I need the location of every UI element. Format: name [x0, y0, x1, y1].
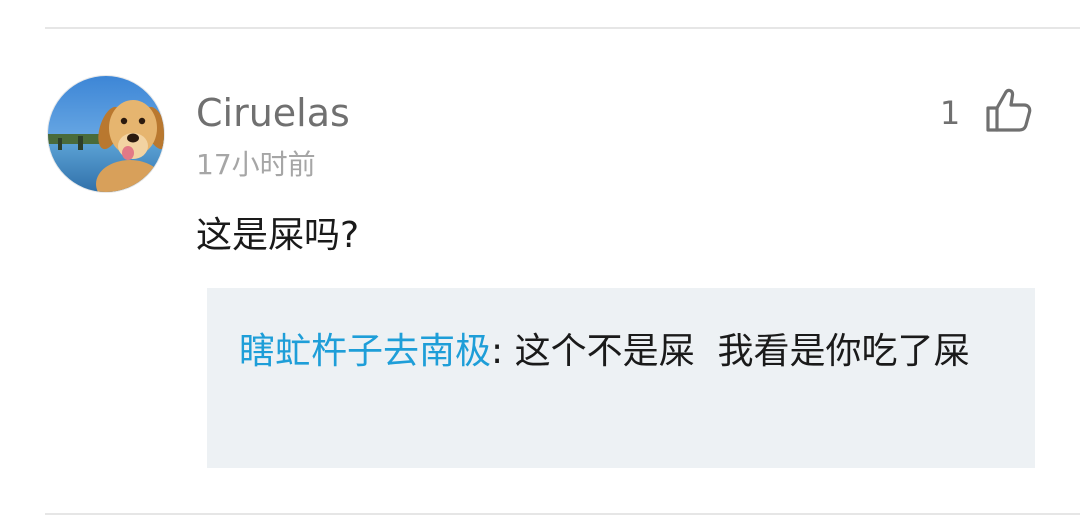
bottom-divider: [45, 513, 1080, 515]
thumbs-up-icon: [986, 88, 1032, 132]
reply-text-block: 瞎虻杵子去南极: 这个不是屎 我看是你吃了屎: [239, 326, 1009, 378]
reply-box[interactable]: 瞎虻杵子去南极: 这个不是屎 我看是你吃了屎: [207, 288, 1035, 468]
user-avatar[interactable]: [47, 75, 165, 193]
reply-content: 这个不是屎 我看是你吃了屎: [514, 331, 970, 372]
reply-author-link[interactable]: 瞎虻杵子去南极: [239, 331, 491, 372]
comment-body: 这是屎吗?: [196, 215, 360, 256]
like-count: 1: [939, 94, 961, 132]
reply-separator: :: [491, 331, 515, 372]
like-button[interactable]: [984, 86, 1034, 136]
top-divider: [45, 27, 1080, 29]
comment-timestamp: 17小时前: [196, 148, 316, 181]
golden-retriever-puppy-icon: [48, 76, 164, 192]
comment-username[interactable]: Ciruelas: [196, 90, 350, 136]
